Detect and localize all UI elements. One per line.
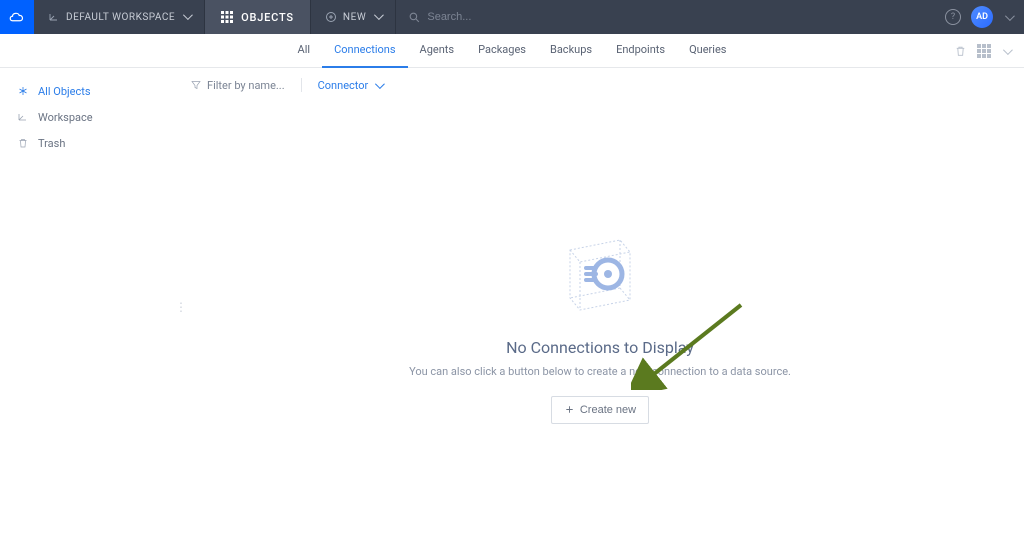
chevron-down-icon bbox=[181, 12, 190, 23]
tab-endpoints[interactable]: Endpoints bbox=[604, 34, 677, 68]
search-icon bbox=[408, 11, 421, 24]
new-button[interactable]: NEW bbox=[311, 0, 397, 34]
chevron-down-icon[interactable] bbox=[1001, 44, 1010, 58]
tab-connections[interactable]: Connections bbox=[322, 34, 407, 68]
topbar-right: ? AD bbox=[945, 6, 1024, 28]
sidebar-item-label: Trash bbox=[38, 137, 65, 150]
tab-all[interactable]: All bbox=[286, 34, 323, 68]
sidebar: All Objects Workspace Trash bbox=[0, 68, 176, 545]
chevron-down-icon[interactable] bbox=[1003, 10, 1012, 24]
tabs: All Connections Agents Packages Backups … bbox=[286, 34, 739, 68]
workspace-switcher[interactable]: DEFAULT WORKSPACE bbox=[34, 0, 205, 34]
trash-icon[interactable] bbox=[954, 44, 967, 58]
empty-subtitle: You can also click a button below to cre… bbox=[409, 365, 791, 378]
asterisk-icon bbox=[16, 84, 30, 98]
plus-icon bbox=[564, 404, 575, 415]
main: Filter by name... Connector bbox=[176, 68, 1024, 545]
create-new-button[interactable]: Create new bbox=[551, 396, 649, 424]
trash-icon bbox=[16, 136, 30, 150]
help-icon[interactable]: ? bbox=[945, 9, 961, 25]
sidebar-item-workspace[interactable]: Workspace bbox=[0, 104, 176, 130]
app-logo[interactable] bbox=[0, 0, 34, 34]
cloud-icon bbox=[8, 8, 26, 26]
search-input[interactable] bbox=[427, 11, 627, 23]
objects-nav[interactable]: OBJECTS bbox=[205, 0, 311, 34]
empty-state: No Connections to Display You can also c… bbox=[176, 100, 1024, 545]
sidebar-item-trash[interactable]: Trash bbox=[0, 130, 176, 156]
chevron-down-icon bbox=[372, 12, 381, 23]
filterbar: Filter by name... Connector bbox=[176, 68, 1024, 100]
view-switcher-icon[interactable] bbox=[977, 44, 991, 58]
tabsrow: All Connections Agents Packages Backups … bbox=[0, 34, 1024, 68]
filter-label: Filter by name... bbox=[207, 79, 285, 92]
tab-agents[interactable]: Agents bbox=[408, 34, 467, 68]
workspace-label: DEFAULT WORKSPACE bbox=[66, 12, 175, 23]
connector-filter[interactable]: Connector bbox=[318, 79, 383, 92]
axis-icon bbox=[48, 11, 60, 23]
filter-icon bbox=[190, 79, 202, 91]
create-new-label: Create new bbox=[580, 404, 636, 416]
empty-title: No Connections to Display bbox=[506, 338, 694, 357]
divider bbox=[301, 78, 302, 92]
plus-circle-icon bbox=[325, 11, 337, 23]
tab-backups[interactable]: Backups bbox=[538, 34, 604, 68]
axis-icon bbox=[16, 110, 30, 124]
sidebar-item-label: Workspace bbox=[38, 111, 93, 124]
objects-label: OBJECTS bbox=[241, 11, 294, 24]
empty-illustration bbox=[550, 222, 650, 322]
sidebar-item-all-objects[interactable]: All Objects bbox=[0, 78, 176, 104]
body: All Objects Workspace Trash ⋮ Filter by … bbox=[0, 68, 1024, 545]
search-wrap bbox=[396, 11, 945, 24]
connector-label: Connector bbox=[318, 79, 369, 92]
avatar[interactable]: AD bbox=[971, 6, 993, 28]
filter-by-name[interactable]: Filter by name... bbox=[190, 79, 285, 92]
grid-icon bbox=[221, 11, 233, 23]
new-label: NEW bbox=[343, 12, 367, 23]
tab-packages[interactable]: Packages bbox=[466, 34, 538, 68]
topbar: DEFAULT WORKSPACE OBJECTS NEW ? AD bbox=[0, 0, 1024, 34]
avatar-initials: AD bbox=[976, 12, 988, 22]
chevron-down-icon bbox=[373, 79, 382, 92]
sidebar-item-label: All Objects bbox=[38, 85, 91, 98]
tab-queries[interactable]: Queries bbox=[677, 34, 738, 68]
tabsrow-actions bbox=[954, 44, 1010, 58]
